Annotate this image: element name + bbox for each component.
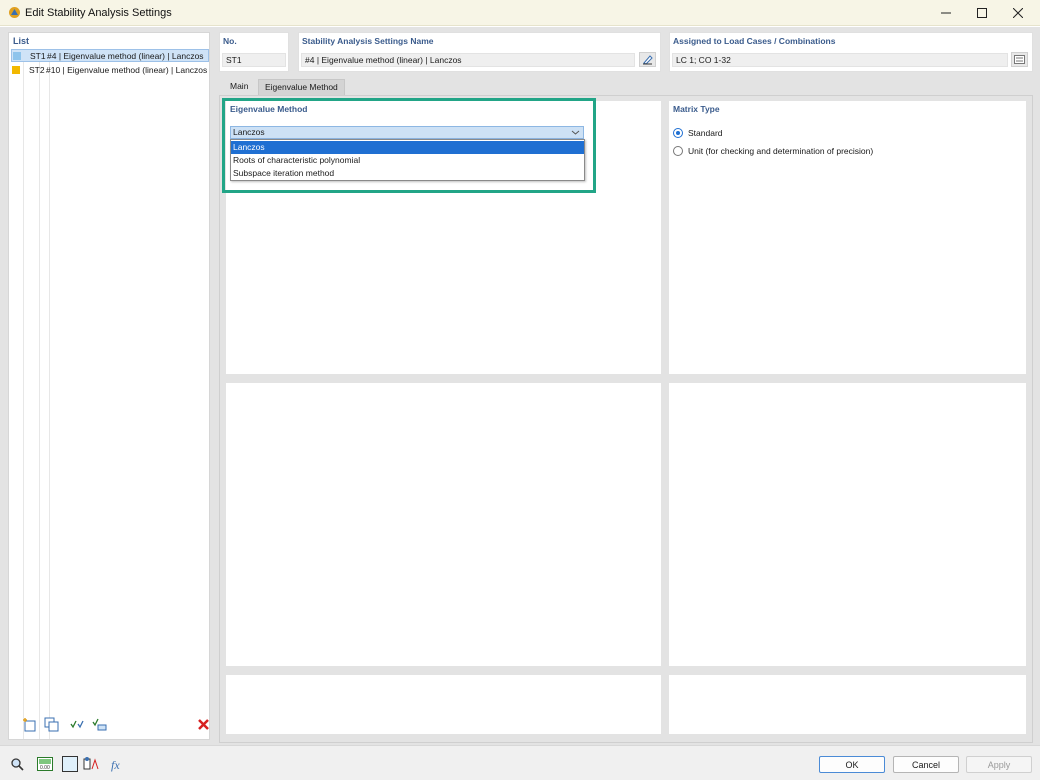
assigned-label: Assigned to Load Cases / Combinations (673, 36, 836, 46)
list-divider (23, 49, 24, 739)
radio-button[interactable] (673, 128, 683, 138)
name-label: Stability Analysis Settings Name (302, 36, 434, 46)
delete-button[interactable] (195, 716, 211, 732)
close-button[interactable] (1000, 2, 1036, 24)
list-item-label: #4 | Eigenvalue method (linear) | Lanczo… (47, 50, 204, 61)
maximize-icon (977, 8, 987, 18)
number-label: No. (223, 36, 237, 46)
list-item-label: #10 | Eigenvalue method (linear) | Lancz… (46, 64, 208, 75)
list-divider (39, 49, 40, 739)
radio-label: Standard (688, 128, 723, 138)
window-title: Edit Stability Analysis Settings (25, 7, 172, 19)
display-settings-button[interactable] (82, 755, 100, 773)
check-all-button[interactable] (69, 716, 85, 732)
empty-panel (226, 383, 661, 666)
assigned-field-group: Assigned to Load Cases / Combinations LC… (669, 32, 1033, 72)
tab-eigenvalue-method[interactable]: Eigenvalue Method (258, 79, 345, 95)
matrix-type-panel: Matrix Type (669, 101, 1026, 374)
maximize-button[interactable] (964, 2, 1000, 24)
check-list-icon (69, 720, 84, 728)
app-icon (9, 7, 20, 18)
svg-text:0.00: 0.00 (40, 765, 50, 771)
radio-unit[interactable]: Unit (for checking and determination of … (673, 145, 873, 157)
formula-icon: fx (111, 758, 120, 772)
list-toolbar (19, 716, 209, 734)
number-field-group: No. ST1 (219, 32, 289, 72)
display-settings-icon (83, 757, 99, 770)
empty-panel (226, 675, 661, 734)
check-settings-icon (91, 718, 106, 730)
new-item-button[interactable] (21, 716, 37, 732)
units-icon: 0.00 (37, 757, 53, 771)
apply-button[interactable]: Apply (966, 756, 1032, 773)
radio-standard[interactable]: Standard (673, 127, 723, 139)
radio-button[interactable] (673, 146, 683, 156)
formula-button[interactable]: fx (108, 755, 126, 773)
minimize-icon (941, 12, 951, 14)
units-button[interactable]: 0.00 (36, 755, 54, 773)
list-item-id: ST2 (29, 64, 45, 75)
title-bar: Edit Stability Analysis Settings (0, 0, 1040, 26)
edit-pencil-icon (643, 55, 653, 65)
color-swatch (13, 51, 21, 60)
empty-panel (669, 383, 1026, 666)
tab-main[interactable]: Main (224, 79, 255, 95)
cancel-button[interactable]: Cancel (893, 756, 959, 773)
delete-icon (197, 718, 209, 730)
bottom-bar: 0.00 fx OK Cancel Apply (0, 745, 1040, 780)
list-item[interactable]: ST1 #4 | Eigenvalue method (linear) | La… (11, 49, 209, 62)
ok-button[interactable]: OK (819, 756, 885, 773)
highlight-frame (222, 98, 596, 193)
search-icon (11, 758, 24, 771)
number-field[interactable]: ST1 (222, 53, 286, 67)
minimize-button[interactable] (928, 2, 964, 24)
matrix-type-header: Matrix Type (673, 104, 720, 114)
uncheck-button[interactable] (91, 716, 107, 732)
color-swatch-icon (62, 756, 78, 772)
list-item[interactable]: ST2 #10 | Eigenvalue method (linear) | L… (11, 63, 209, 76)
list-item-id: ST1 (30, 50, 46, 61)
color-button[interactable] (61, 755, 79, 773)
copy-icon (44, 717, 58, 731)
copy-item-button[interactable] (43, 716, 59, 732)
radio-label: Unit (for checking and determination of … (688, 146, 874, 156)
name-field[interactable]: #4 | Eigenvalue method (linear) | Lanczo… (301, 53, 635, 67)
assign-select-button[interactable] (1011, 52, 1028, 67)
list-header: List (13, 36, 30, 46)
search-button[interactable] (8, 755, 26, 773)
select-list-icon (1014, 55, 1025, 64)
empty-panel (669, 675, 1026, 734)
color-swatch (12, 65, 20, 74)
list-divider (49, 49, 50, 739)
close-icon (1013, 8, 1023, 18)
edit-name-button[interactable] (639, 52, 656, 67)
assigned-field[interactable]: LC 1; CO 1-32 (672, 53, 1008, 67)
name-field-group: Stability Analysis Settings Name #4 | Ei… (298, 32, 661, 72)
svg-text:fx: fx (111, 758, 120, 772)
list-panel: List ST1 #4 | Eigenvalue method (linear)… (8, 32, 210, 740)
new-item-icon (22, 717, 35, 731)
